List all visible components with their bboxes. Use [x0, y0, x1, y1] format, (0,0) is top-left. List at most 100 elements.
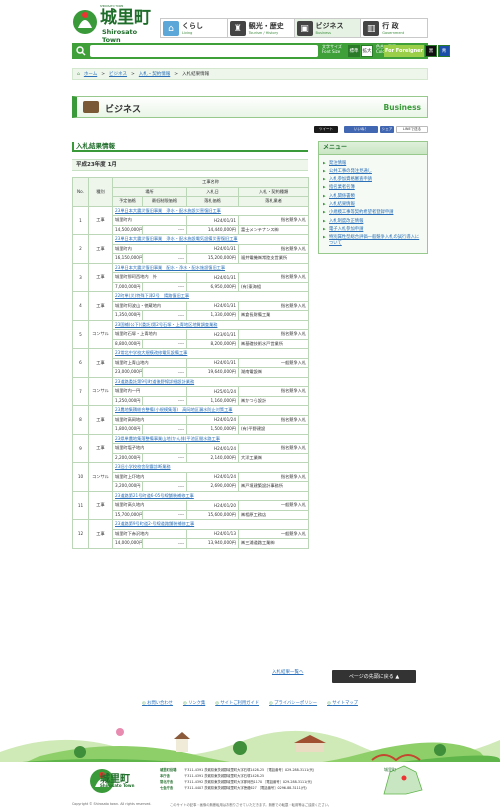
footer-link[interactable]: プライバシーポリシー [269, 700, 317, 708]
row-project-link[interactable]: 23常北中学校大規模改修電気設備工事 [111, 348, 310, 359]
row-award-price: 15,600,000円 [186, 509, 239, 520]
search-input[interactable] [90, 45, 318, 57]
row-kind: コンサル [88, 462, 113, 492]
row-kind: コンサル [88, 319, 113, 349]
address-text: 〒311-4391 茨城県東茨城郡城里町大字石塚1428-25 [184, 774, 265, 778]
row-project-link[interactable]: 23単日本大震災復旧事業 浄水・配水施設電気設備災害復旧工事 [111, 234, 310, 245]
row-min-price: ---- [142, 338, 187, 349]
like-button[interactable]: いいね！ [344, 126, 378, 133]
sidebar-item[interactable]: 電子入札参加申請 [323, 227, 423, 233]
footer-info: 城里町 Shirosato Town 城里町役場 〒311-4391 茨城県東茨城… [0, 762, 500, 812]
row-date: H24/01/31 [186, 243, 239, 254]
footer-link[interactable]: サイトご利用ガイド [215, 700, 259, 708]
back-to-top-button[interactable]: ページの先頭に戻る ▲ [332, 670, 416, 683]
row-min-price: ---- [142, 481, 187, 492]
address-text: 〒311-4391 茨城県東茨城郡城里町大字石塚1428-25 ［電話番号］02… [184, 768, 315, 772]
row-project-link[interactable]: 23道路第21号町道6-05号線舗装補修工事 [111, 490, 310, 501]
row-planned-price: 1,250,000円 [112, 395, 143, 406]
row-planned-price: 16,150,000円 [112, 253, 143, 264]
row-project-link[interactable]: 23旧小学校校舎耐震診断業務 [111, 462, 310, 473]
footer-link[interactable]: お問い合わせ [142, 700, 173, 708]
row-planned-price: 1,350,000円 [112, 310, 143, 321]
site-logo[interactable]: SHIROSATO TOWN 城里町 Shirosato Town [72, 5, 152, 44]
sidebar-menu: メニュー 発注情報公共工事の発注見通し入札参加資格審査申請指名業者名簿入札関係書… [318, 141, 428, 255]
row-planned-price: 8,800,000円 [112, 338, 143, 349]
row-kind: 工事 [88, 234, 113, 264]
color-black-button[interactable]: 黒 [425, 45, 437, 57]
table-row: 4 工事 22町単(災)特殊下津2号 錆路復旧工事 [72, 291, 310, 321]
breadcrumb-business[interactable]: ビジネス [109, 71, 127, 77]
font-large-button[interactable]: 拡大 [361, 45, 373, 57]
sidebar-item[interactable]: 指名業者名簿 [323, 185, 423, 191]
table-row: 5 コンサル 23国補(公下)(委託)第2号石塚・上青地区地質調査業務 [72, 319, 310, 349]
table-row: 8 工事 23農地集積総合整備(小規模集落) 高岡地区漏水防止対策工事 [72, 405, 310, 435]
row-planned-price: 1,800,000円 [112, 424, 143, 435]
sidebar-item[interactable]: 入札結果情報 [323, 202, 423, 208]
row-no: 1 [72, 205, 89, 235]
row-no: 7 [72, 376, 89, 406]
row-method: 指名競争入札 [237, 215, 310, 226]
page-heading: ビジネス Business [72, 96, 428, 118]
row-project-link[interactable]: 23国補(公下)(委託)第2号石塚・上青地区地質調査業務 [111, 319, 310, 330]
row-project-link[interactable]: 23道路委託第9号町道後野線詳細設計業務 [111, 376, 310, 387]
nav-government[interactable]: ▥ 行 政 Government [361, 18, 428, 38]
nav-living[interactable]: ⌂ くらし Living [160, 18, 228, 38]
row-min-price: ---- [142, 253, 187, 264]
row-project-link[interactable]: 22町単(災)特殊下津2号 錆路復旧工事 [111, 291, 310, 302]
tweet-button[interactable]: ツイート [314, 126, 338, 133]
logo-en: Shirosato Town [102, 28, 138, 44]
color-blue-button[interactable]: 青 [438, 45, 450, 57]
nav-label: 行 政 [382, 22, 399, 30]
row-min-price: ---- [142, 367, 187, 378]
nav-en: Tourism / History [248, 31, 279, 35]
row-kind: 工事 [88, 490, 113, 520]
nav-en: Government [382, 31, 405, 35]
row-method: 指名競争入札 [237, 243, 310, 254]
sidebar-item[interactable]: 小規模工事等契約希望者登録申請 [323, 210, 423, 216]
nav-en: Business [315, 31, 331, 35]
sidebar-item[interactable]: 特別属性型総合評価一般競争入札の試行導入について [323, 235, 423, 247]
row-award-price: 2,690,000円 [186, 481, 239, 492]
row-min-price: ---- [142, 310, 187, 321]
sidebar-item[interactable]: 公共工事の発注見通し [323, 169, 423, 175]
row-awardee: ㈱倉長財備工業 [237, 310, 310, 321]
search-icon[interactable] [74, 44, 88, 58]
row-project-link[interactable]: 23農地集積総合整備(小規模集落) 高岡地区漏水防止対策工事 [111, 405, 310, 416]
header-min: 最低制限価格 [142, 196, 187, 207]
sidebar-item[interactable]: 入札関係書類 [323, 194, 423, 200]
share-button[interactable]: シェア [380, 126, 394, 133]
row-project-link[interactable]: 23単日本大震災復旧事業 浄水・配水施設災害復旧工事 [111, 205, 310, 216]
footer-link[interactable]: サイトマップ [327, 700, 358, 708]
breadcrumb-home[interactable]: ホーム [84, 71, 97, 77]
header-award: 落札価格 [186, 196, 239, 207]
sidebar-item[interactable]: 入札参加資格審査申請 [323, 177, 423, 183]
row-planned-price: 7,000,000円 [112, 281, 143, 292]
footer-link[interactable]: リンク集 [183, 700, 205, 708]
row-no: 3 [72, 262, 89, 292]
nav-business[interactable]: ▣ ビジネス Business [294, 18, 362, 38]
row-min-price: ---- [142, 281, 187, 292]
row-project-link[interactable]: 23単日本大震災復旧事業 配水・浄水・配水施設復旧工事 [111, 262, 310, 273]
row-place: 城里町内一円 [112, 386, 187, 397]
row-no: 4 [72, 291, 89, 321]
row-min-price: ---- [142, 424, 187, 435]
breadcrumb-bidding[interactable]: 入札・契約情報 [139, 71, 171, 77]
row-awardee: 大洋工業㈱ [237, 452, 310, 463]
font-standard-button[interactable]: 標準 [348, 45, 360, 57]
copyright: Copyright © Shirosato town. All rights r… [72, 802, 152, 806]
row-date: H24/01/20 [186, 500, 239, 511]
sidebar-item[interactable]: 発注情報 [323, 161, 423, 167]
line-send-button[interactable]: LINEで送る [396, 126, 428, 133]
row-min-price: ---- [142, 224, 187, 235]
header-location: 場所 [112, 186, 187, 197]
row-award-price: 2,140,000円 [186, 452, 239, 463]
header-kind: 種別 [88, 177, 113, 207]
sidebar-item[interactable]: 入札制度改正情報 [323, 219, 423, 225]
row-project-link[interactable]: 23道路第9号町道2-号線道路舗装補修工事 [111, 519, 310, 530]
row-project-link[interactable]: 23県単農地集落整備事業山地(かん排)平池区間水路工事 [111, 433, 310, 444]
for-foreigner-button[interactable]: For Foreigner [384, 45, 424, 57]
row-kind: コンサル [88, 376, 113, 406]
row-method: 指名競争入札 [237, 272, 310, 283]
back-to-list-link[interactable]: 入札結果一覧へ [272, 669, 304, 675]
nav-tourism[interactable]: ♜ 観光・歴史 Tourism / History [227, 18, 295, 38]
